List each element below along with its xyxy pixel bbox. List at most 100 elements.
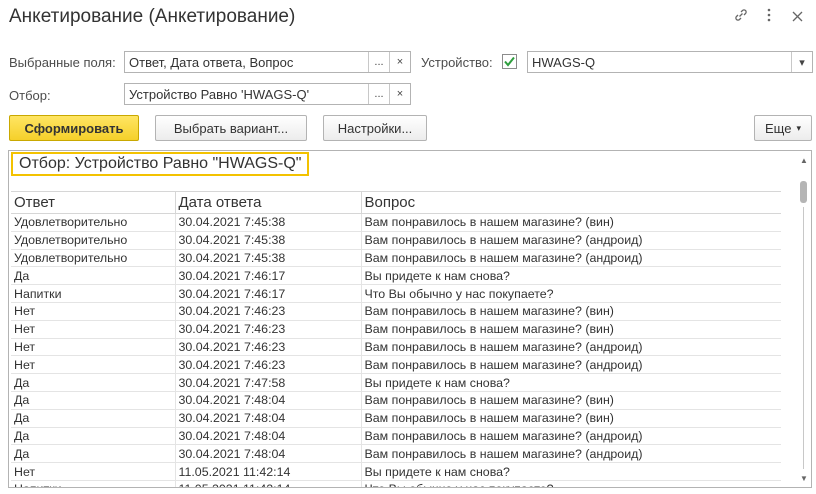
cell-question: Что Вы обычно у нас покупаете? bbox=[360, 480, 781, 487]
more-icon[interactable] bbox=[758, 8, 780, 26]
device-value: HWAGS-Q bbox=[532, 54, 596, 70]
table-row[interactable]: Нет 30.04.2021 7:46:23 Вам понравилось в н… bbox=[11, 320, 781, 339]
device-label: Устройство: bbox=[421, 55, 493, 70]
cell-answer-date: 30.04.2021 7:45:38 bbox=[174, 249, 361, 268]
cell-answer-date: 30.04.2021 7:47:58 bbox=[174, 373, 361, 392]
cell-answer: Да bbox=[11, 266, 175, 286]
cell-answer-date: 30.04.2021 7:45:38 bbox=[174, 213, 361, 232]
scrollbar-track bbox=[803, 207, 804, 469]
cell-answer: Да bbox=[11, 391, 175, 410]
scroll-up-icon[interactable]: ▲ bbox=[797, 153, 811, 167]
more-label: Еще bbox=[765, 120, 792, 136]
cell-question: Вам понравилось в нашем магазине? (вин) bbox=[360, 320, 781, 339]
cell-answer: Да bbox=[11, 409, 175, 428]
cell-question: Что Вы обычно у нас покупаете? bbox=[360, 284, 781, 303]
cell-answer: Да bbox=[11, 427, 175, 446]
cell-question: Вам понравилось в нашем магазине? (андро… bbox=[360, 427, 781, 446]
table-row[interactable]: Удовлетворительно 30.04.2021 7:45:38 Вам п… bbox=[11, 231, 781, 250]
link-icon[interactable] bbox=[730, 8, 752, 26]
cell-question: Вам понравилось в нашем магазине? (вин) bbox=[360, 391, 781, 410]
cell-answer: Напитки bbox=[11, 480, 175, 487]
cell-answer: Нет bbox=[11, 462, 175, 481]
cell-question: Вам понравилось в нашем магазине? (андро… bbox=[360, 249, 781, 268]
cell-answer-date: 30.04.2021 7:48:04 bbox=[174, 427, 361, 446]
cell-answer: Нет bbox=[11, 320, 175, 339]
window-controls bbox=[730, 8, 808, 26]
table-row[interactable]: Да 30.04.2021 7:46:17 Вы придете к нам сно… bbox=[11, 266, 781, 286]
table-header: Ответ Дата ответа Вопрос bbox=[11, 191, 781, 214]
column-header-question: Вопрос bbox=[360, 191, 781, 214]
selected-fields-choose-button[interactable]: ... bbox=[368, 52, 389, 72]
table-row[interactable]: Нет 30.04.2021 7:46:23 Вам понравилось в н… bbox=[11, 302, 781, 321]
filter-choose-button[interactable]: ... bbox=[368, 84, 389, 104]
table-row[interactable]: Напитки11.05.2021 11:42:14Что Вы обычно … bbox=[11, 480, 781, 487]
filter-clear-button[interactable]: × bbox=[389, 84, 410, 104]
table-row[interactable]: Нет 11.05.2021 11:42:14 Вы придете к нам с… bbox=[11, 462, 781, 481]
table-row[interactable]: Нет 30.04.2021 7:46:23 Вам понравилось в н… bbox=[11, 355, 781, 375]
cell-question: Вам понравилось в нашем магазине? (вин) bbox=[360, 213, 781, 232]
table-row[interactable]: Да 30.04.2021 7:48:04 Вам понравилось в на… bbox=[11, 427, 781, 446]
cell-answer-date: 30.04.2021 7:46:17 bbox=[174, 284, 361, 303]
table-row[interactable]: Удовлетворительно 30.04.2021 7:45:38 Вам п… bbox=[11, 249, 781, 268]
cell-answer-date: 30.04.2021 7:48:04 bbox=[174, 409, 361, 428]
cell-question: Вы придете к нам снова? bbox=[360, 373, 781, 392]
column-header-answer-date: Дата ответа bbox=[174, 191, 361, 214]
selected-fields-input[interactable]: Ответ, Дата ответа, Вопрос ... × bbox=[124, 51, 411, 73]
table-row[interactable]: Да 30.04.2021 7:48:04 Вам понравилось в на… bbox=[11, 409, 781, 428]
cell-question: Вам понравилось в нашем магазине? (андро… bbox=[360, 355, 781, 375]
cell-answer: Напитки bbox=[11, 284, 175, 303]
cell-answer: Да bbox=[11, 444, 175, 464]
cell-answer: Удовлетворительно bbox=[11, 213, 175, 232]
device-checkbox[interactable] bbox=[502, 54, 517, 69]
table-row[interactable]: Удовлетворительно 30.04.2021 7:45:38 Вам п… bbox=[11, 213, 781, 232]
scrollbar-thumb[interactable] bbox=[800, 181, 807, 203]
cell-answer: Удовлетворительно bbox=[11, 249, 175, 268]
selected-fields-label: Выбранные поля: bbox=[9, 55, 116, 70]
table-row[interactable]: Да 30.04.2021 7:47:58 Вы придете к нам сно… bbox=[11, 373, 781, 392]
chevron-down-icon[interactable]: ▾ bbox=[791, 52, 812, 72]
cell-answer-date: 30.04.2021 7:48:04 bbox=[174, 444, 361, 464]
cell-answer-date: 30.04.2021 7:46:23 bbox=[174, 302, 361, 321]
settings-button[interactable]: Настройки... bbox=[323, 115, 427, 141]
cell-answer-date: 30.04.2021 7:46:23 bbox=[174, 338, 361, 357]
column-header-answer: Ответ bbox=[11, 191, 175, 214]
report-table: Ответ Дата ответа Вопрос Удовлетворитель… bbox=[11, 191, 781, 487]
cell-question: Вам понравилось в нашем магазине? (андро… bbox=[360, 338, 781, 357]
cell-answer-date: 30.04.2021 7:48:04 bbox=[174, 391, 361, 410]
cell-answer-date: 11.05.2021 11:42:14 bbox=[174, 462, 361, 481]
checkmark-icon bbox=[504, 56, 515, 67]
chevron-down-icon: ▾ bbox=[796, 122, 801, 133]
cell-answer-date: 30.04.2021 7:45:38 bbox=[174, 231, 361, 250]
table-row[interactable]: Напитки 30.04.2021 7:46:17 Что Вы обычно у… bbox=[11, 284, 781, 303]
cell-answer-date: 30.04.2021 7:46:17 bbox=[174, 266, 361, 286]
filter-label: Отбор: bbox=[9, 88, 51, 103]
cell-answer: Да bbox=[11, 373, 175, 392]
cell-question: Вы придете к нам снова? bbox=[360, 462, 781, 481]
cell-answer: Удовлетворительно bbox=[11, 231, 175, 250]
cell-question: Вам понравилось в нашем магазине? (вин) bbox=[360, 302, 781, 321]
filter-input[interactable]: Устройство Равно 'HWAGS-Q' ... × bbox=[124, 83, 411, 105]
selected-fields-value: Ответ, Дата ответа, Вопрос bbox=[129, 54, 294, 70]
table-row[interactable]: Да 30.04.2021 7:48:04 Вам понравилось в на… bbox=[11, 444, 781, 464]
more-button[interactable]: Еще ▾ bbox=[754, 115, 812, 141]
cell-question: Вы придете к нам снова? bbox=[360, 266, 781, 286]
table-row[interactable]: Да 30.04.2021 7:48:04 Вам понравилось в на… bbox=[11, 391, 781, 410]
selected-fields-clear-button[interactable]: × bbox=[389, 52, 410, 72]
device-select[interactable]: HWAGS-Q ▾ bbox=[527, 51, 813, 73]
cell-question: Вам понравилось в нашем магазине? (андро… bbox=[360, 231, 781, 250]
close-icon[interactable] bbox=[786, 9, 808, 26]
filter-banner: Отбор: Устройство Равно "HWAGS-Q" bbox=[11, 152, 310, 176]
generate-button[interactable]: Сформировать bbox=[9, 115, 139, 141]
cell-answer-date: 30.04.2021 7:46:23 bbox=[174, 355, 361, 375]
choose-variant-button[interactable]: Выбрать вариант... bbox=[155, 115, 307, 141]
cell-answer: Нет bbox=[11, 355, 175, 375]
cell-question: Вам понравилось в нашем магазине? (вин) bbox=[360, 409, 781, 428]
cell-answer: Нет bbox=[11, 302, 175, 321]
cell-answer-date: 30.04.2021 7:46:23 bbox=[174, 320, 361, 339]
scroll-down-icon[interactable]: ▼ bbox=[797, 471, 811, 485]
cell-question: Вам понравилось в нашем магазине? (андро… bbox=[360, 444, 781, 464]
vertical-scrollbar[interactable]: ▲ ▼ bbox=[797, 151, 811, 487]
table-row[interactable]: Нет 30.04.2021 7:46:23 Вам понравилось в н… bbox=[11, 338, 781, 357]
report-area[interactable]: Отбор: Устройство Равно "HWAGS-Q" Ответ … bbox=[8, 150, 812, 488]
cell-answer-date: 11.05.2021 11:42:14 bbox=[174, 480, 361, 487]
